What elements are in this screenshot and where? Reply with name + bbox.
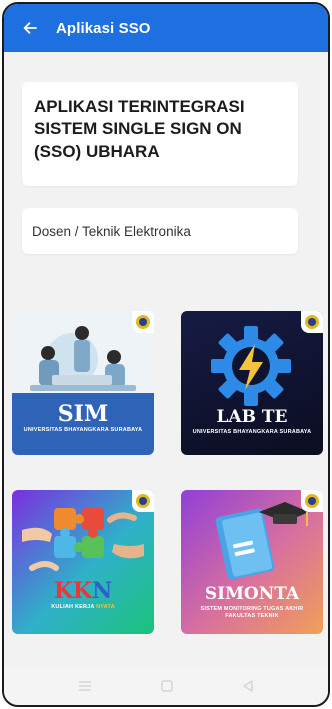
system-nav-bar: [4, 667, 328, 705]
menu-icon[interactable]: [77, 679, 93, 693]
header-card-title: APLIKASI TERINTEGRASI SISTEM SINGLE SIGN…: [34, 97, 245, 161]
app-tile-kkn[interactable]: KKN KULIAH KERJA NYATA: [12, 490, 154, 634]
main-content[interactable]: APLIKASI TERINTEGRASI SISTEM SINGLE SIGN…: [4, 52, 328, 667]
app-subtitle: UNIVERSITAS BHAYANGKARA SURABAYA: [23, 427, 143, 433]
app-name-part: KK: [53, 578, 93, 604]
app-name: KKN: [12, 578, 154, 604]
app-tile-sim[interactable]: SIM UNIVERSITAS BHAYANGKARA SURABAYA: [12, 311, 154, 455]
app-subtitle: KULIAH KERJA NYATA: [20, 604, 146, 611]
role-card: Dosen / Teknik Elektronika: [22, 208, 298, 254]
page-title: Aplikasi SSO: [56, 19, 151, 37]
role-text: Dosen / Teknik Elektronika: [32, 223, 191, 239]
ubhara-seal-icon: [132, 490, 154, 512]
app-subtitle: UNIVERSITAS BHAYANGKARA SURABAYA: [192, 429, 312, 435]
back-triangle-icon[interactable]: [241, 679, 255, 693]
app-subtitle-part: NYATA: [96, 604, 115, 610]
phone-frame: Aplikasi SSO APLIKASI TERINTEGRASI SISTE…: [2, 2, 330, 707]
app-bar: Aplikasi SSO: [4, 4, 328, 52]
ubhara-seal-icon: [301, 490, 323, 512]
arrow-left-icon: [23, 22, 37, 34]
app-name: SIM: [57, 401, 109, 427]
app-name-part: N: [92, 578, 113, 604]
header-card: APLIKASI TERINTEGRASI SISTEM SINGLE SIGN…: [22, 82, 298, 186]
app-tile-lab-te[interactable]: LAB TE UNIVERSITAS BHAYANGKARA SURABAYA: [181, 311, 323, 455]
app-tile-simonta[interactable]: SIMONTA SISTEM MONITORING TUGAS AKHIR FA…: [181, 490, 323, 634]
puzzle-hands-icon: [22, 508, 144, 571]
ubhara-seal-icon: [301, 311, 323, 333]
app-name: LAB TE: [216, 407, 288, 427]
app-subtitle-part: KULIAH KERJA: [51, 604, 97, 610]
back-button[interactable]: [4, 4, 56, 52]
ubhara-seal-icon: [132, 311, 154, 333]
square-icon[interactable]: [160, 679, 174, 693]
app-subtitle: SISTEM MONITORING TUGAS AKHIR FAKULTAS T…: [200, 606, 304, 620]
app-name: SIMONTA: [204, 584, 300, 604]
